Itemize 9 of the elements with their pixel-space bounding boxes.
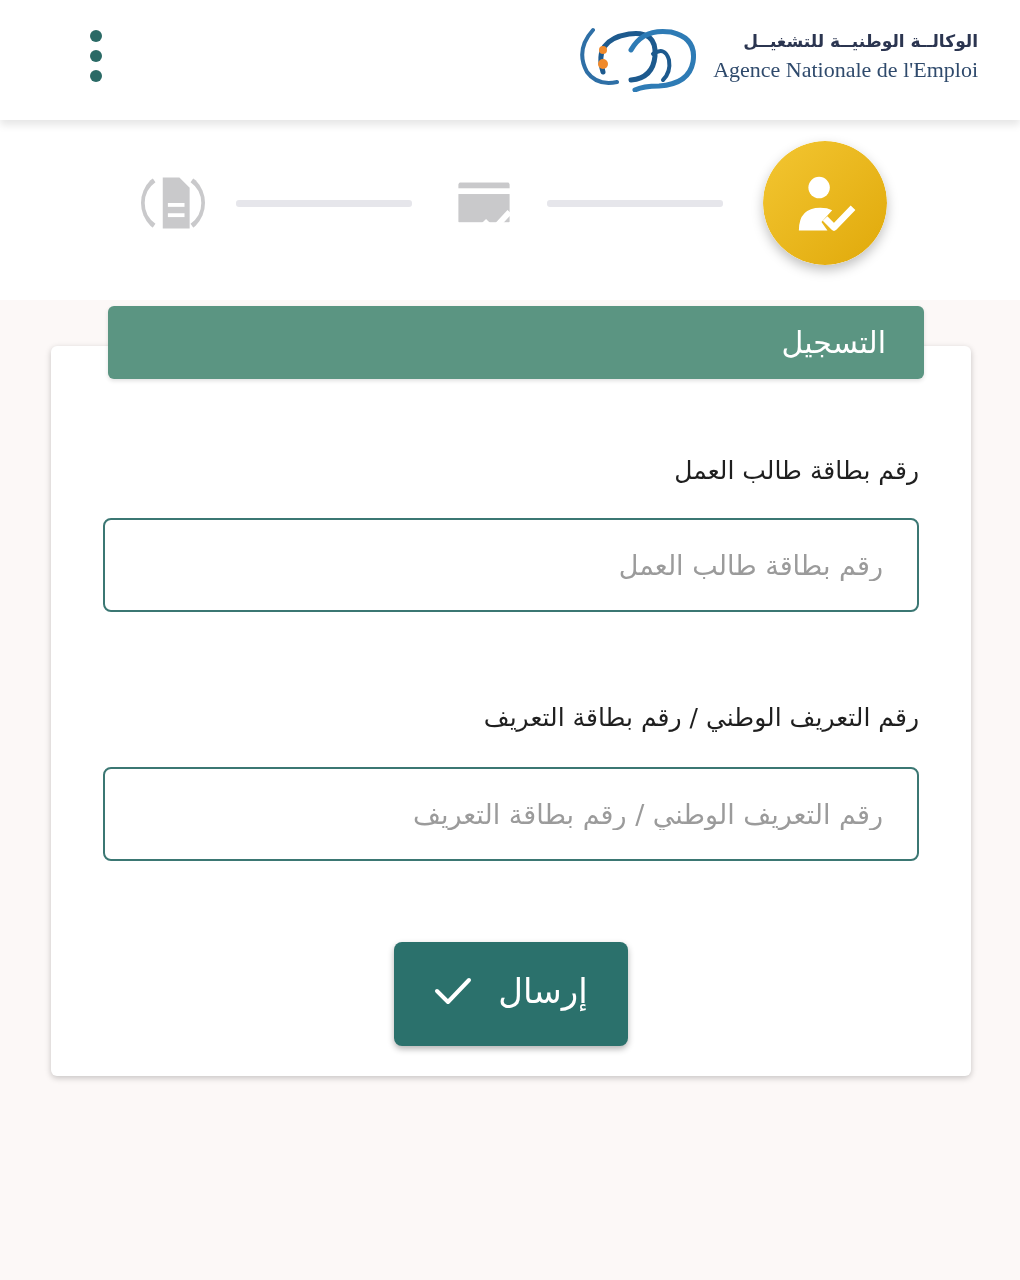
logo-arabic-text: الوكالــة الوطنيــة للتشغيــل xyxy=(743,30,978,53)
section-header: التسجيل xyxy=(108,306,924,379)
submit-button[interactable]: إرسال xyxy=(394,942,628,1046)
input-field[interactable]: رقم بطاقة طالب العمل xyxy=(103,518,919,612)
check-icon xyxy=(434,976,473,1006)
input-field[interactable]: رقم التعريف الوطني / رقم بطاقة التعريف xyxy=(103,767,919,861)
logo-french-text: Agence Nationale de l'Emploi xyxy=(713,57,978,83)
field-label: رقم بطاقة طالب العمل xyxy=(673,455,919,487)
field-label: رقم التعريف الوطني / رقم بطاقة التعريف xyxy=(482,702,919,734)
